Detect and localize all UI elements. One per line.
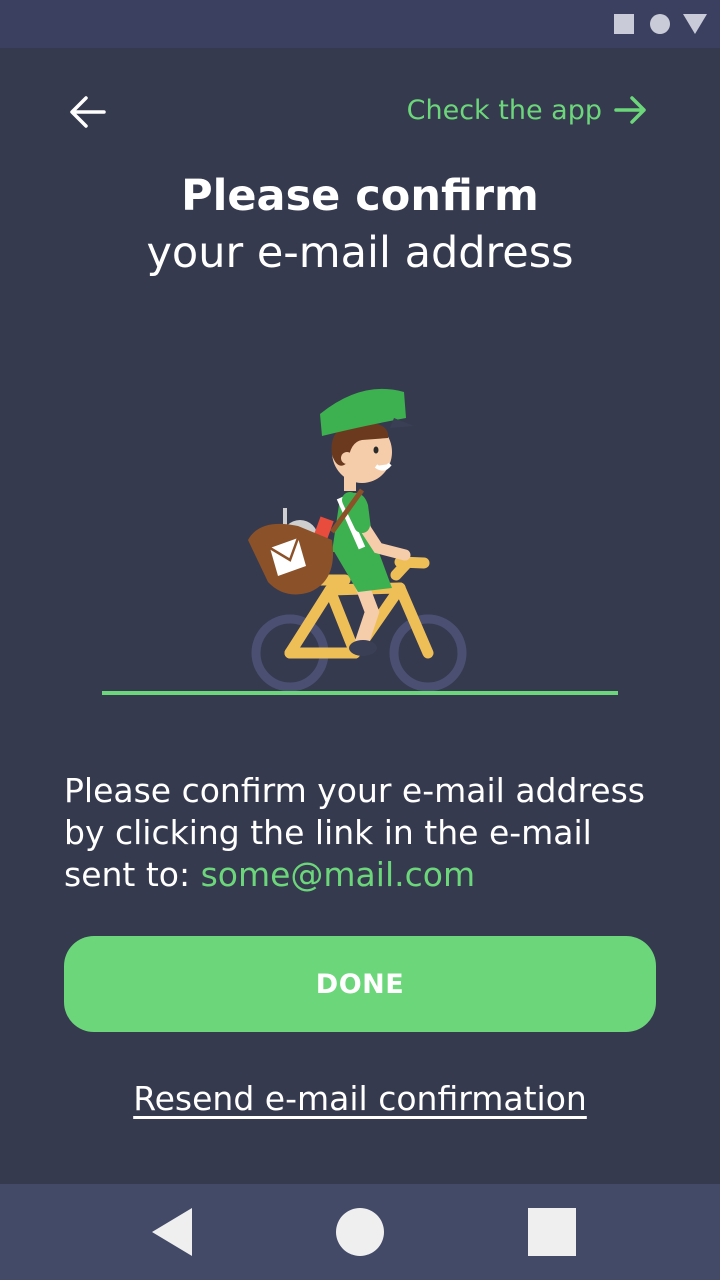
navigation-bar (0, 1184, 720, 1280)
signal-triangle-icon (683, 14, 707, 34)
check-the-app-label: Check the app (406, 94, 602, 126)
done-button-label: DONE (315, 968, 405, 1000)
nav-home-icon[interactable] (336, 1208, 384, 1256)
stop-icon (614, 14, 634, 34)
done-button[interactable]: DONE (64, 936, 656, 1032)
back-button[interactable] (64, 88, 112, 136)
confirmation-message: Please confirm your e-mail address by cl… (64, 770, 664, 896)
resend-confirmation-link[interactable]: Resend e-mail confirmation (133, 1079, 587, 1118)
check-the-app-link[interactable]: Check the app (407, 88, 650, 132)
nav-recents-icon[interactable] (528, 1208, 576, 1256)
status-bar (0, 0, 720, 48)
nav-back-icon[interactable] (152, 1208, 192, 1256)
resend-confirmation: Resend e-mail confirmation (0, 1076, 720, 1122)
circle-icon (650, 14, 670, 34)
arrow-left-icon (70, 96, 106, 128)
arrow-right-icon (614, 96, 646, 124)
email-address: some@mail.com (200, 855, 476, 894)
cyclist-illustration (102, 388, 618, 695)
title-line-1: Please confirm (181, 171, 539, 221)
page-title: Please confirm your e-mail address (0, 168, 720, 282)
title-line-2: your e-mail address (146, 228, 574, 278)
